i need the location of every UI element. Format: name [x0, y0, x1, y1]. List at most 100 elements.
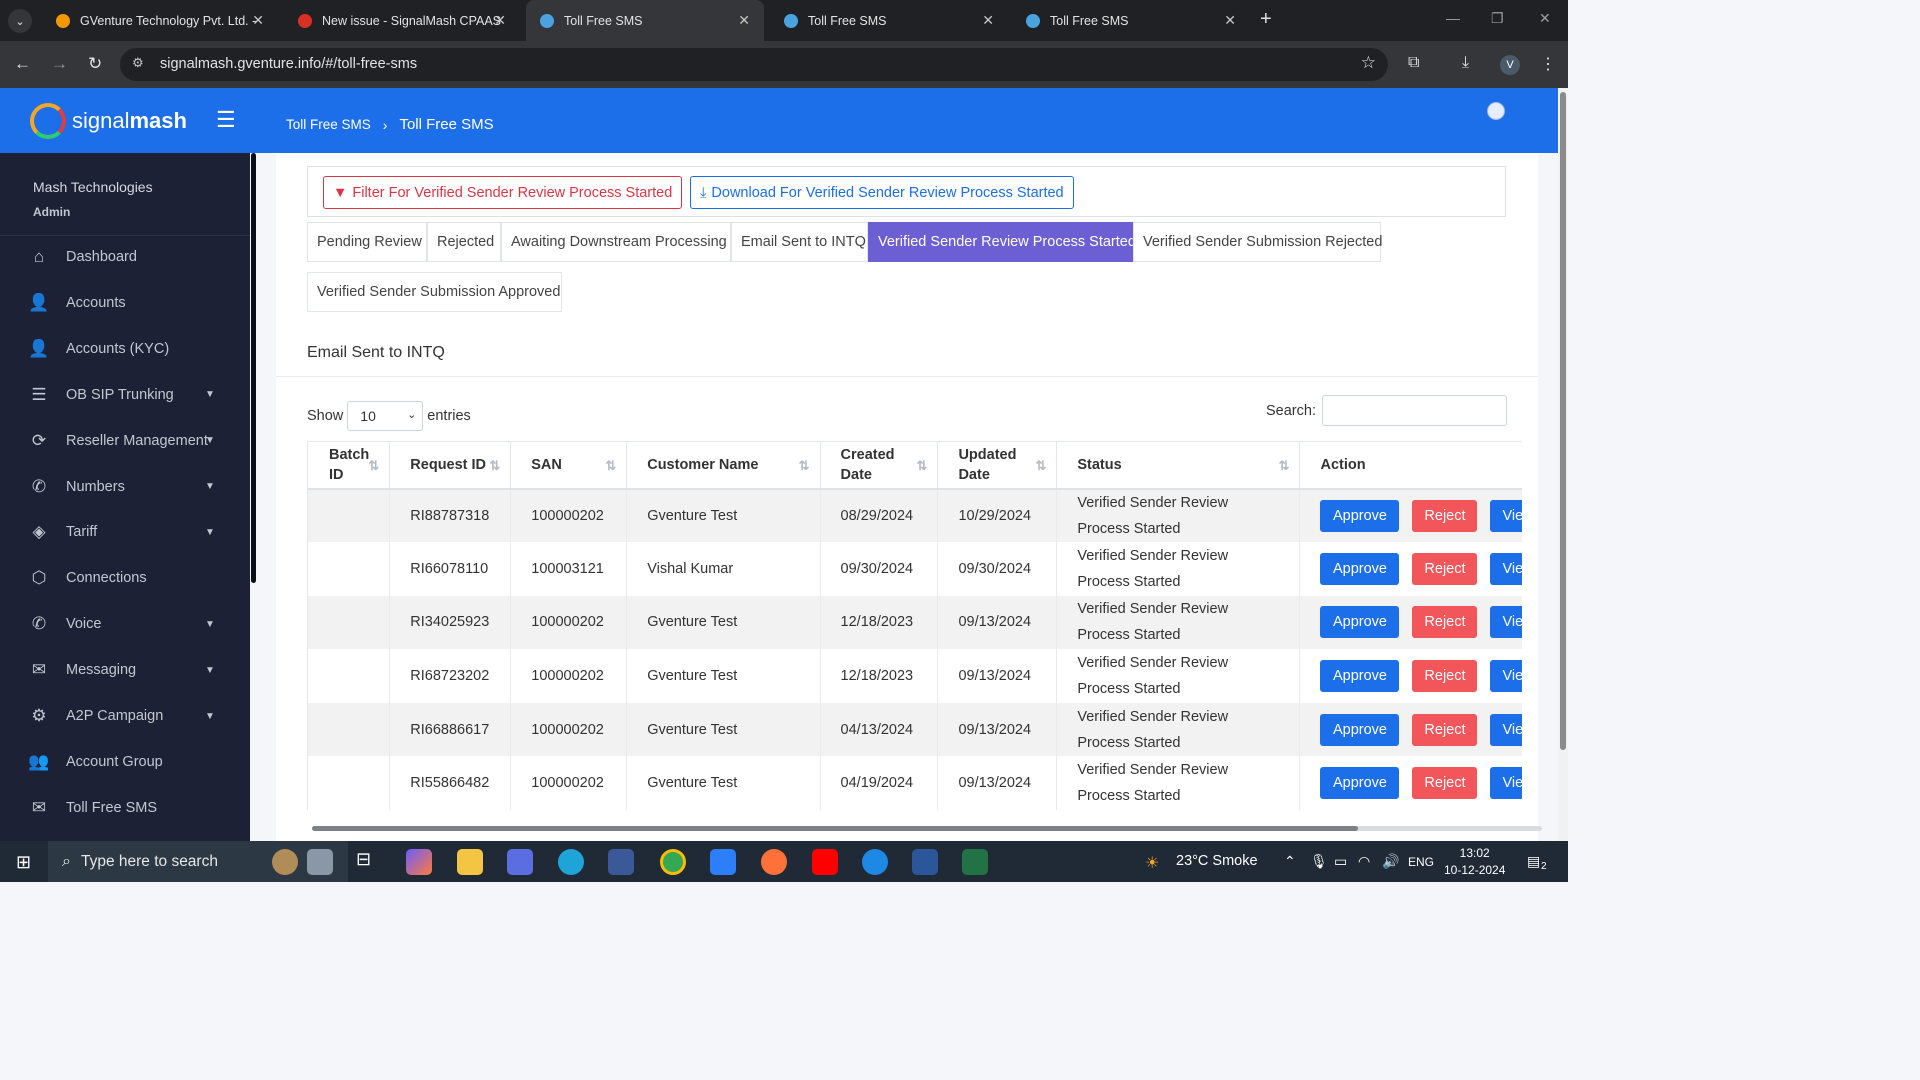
browser-tab-1[interactable]: GVenture Technology Pvt. Ltd. - ✕ — [42, 0, 278, 41]
sidebar-item-dashboard[interactable]: ⌂ Dashboard — [0, 237, 250, 277]
col-san[interactable]: SAN ⇅ — [510, 441, 628, 490]
minimize-icon[interactable]: — — [1446, 10, 1460, 26]
sidebar-item-toll-free-sms[interactable]: ✉ Toll Free SMS — [0, 788, 250, 828]
tab-awaiting-downstream[interactable]: Awaiting Downstream Processing — [501, 222, 731, 262]
tab-pending-review[interactable]: Pending Review — [307, 222, 427, 262]
close-tab-icon[interactable]: ✕ — [1224, 12, 1236, 29]
approve-button[interactable]: Approve — [1320, 767, 1400, 800]
firefox-icon[interactable] — [761, 849, 787, 875]
close-tab-icon[interactable]: ✕ — [494, 12, 506, 29]
reject-button[interactable]: Reject — [1412, 499, 1478, 532]
view-button[interactable]: View — [1490, 606, 1522, 639]
scrollbar-thumb[interactable] — [1560, 92, 1566, 750]
approve-button[interactable]: Approve — [1320, 713, 1400, 746]
close-tab-icon[interactable]: ✕ — [982, 12, 994, 29]
sidebar-item-connections[interactable]: ⬡ Connections — [0, 558, 250, 598]
download-button[interactable]: ⤓ Download For Verified Sender Review Pr… — [690, 176, 1074, 209]
task-view-icon[interactable]: ⊟ — [356, 849, 382, 875]
reject-button[interactable]: Reject — [1412, 606, 1478, 639]
sidebar-item-account-group[interactable]: 👥 Account Group — [0, 742, 250, 782]
volume-icon[interactable]: 🔊 — [1382, 853, 1399, 870]
battery-icon[interactable]: ▭ — [1334, 853, 1347, 870]
new-tab-icon[interactable]: + — [1260, 8, 1272, 31]
sidebar-item-voice[interactable]: ✆ Voice ▼ — [0, 604, 250, 644]
download-icon[interactable]: ⤓ — [1462, 54, 1469, 72]
table-horizontal-scrollbar[interactable] — [312, 826, 1542, 831]
excel-icon[interactable] — [962, 849, 988, 875]
user-avatar[interactable] — [1487, 102, 1505, 120]
file-explorer-icon[interactable] — [457, 849, 483, 875]
tab-verified-submission-approved[interactable]: Verified Sender Submission Approved — [307, 272, 562, 312]
bookmark-star-icon[interactable]: ☆ — [1361, 53, 1376, 73]
view-button[interactable]: View — [1490, 660, 1522, 693]
col-request-id[interactable]: Request ID ⇅ — [389, 441, 512, 490]
profile-avatar[interactable]: V — [1500, 55, 1520, 75]
language-indicator[interactable]: ENG — [1408, 855, 1434, 869]
view-button[interactable]: View — [1490, 713, 1522, 746]
sidebar-item-messaging[interactable]: ✉ Messaging ▼ — [0, 650, 250, 690]
sidebar-item-accounts-kyc[interactable]: 👤 Accounts (KYC) — [0, 329, 250, 369]
tab-verified-submission-rejected[interactable]: Verified Sender Submission Rejected — [1133, 222, 1382, 262]
browser-menu-icon[interactable]: ⋮ — [1540, 54, 1556, 74]
reload-icon[interactable]: ↻ — [88, 54, 102, 74]
signalmash-logo[interactable]: signalmash — [30, 103, 187, 139]
approve-button[interactable]: Approve — [1320, 606, 1400, 639]
chevron-up-icon[interactable]: ⌃ — [1284, 853, 1296, 870]
approve-button[interactable]: Approve — [1320, 499, 1400, 532]
address-bar[interactable]: ⚙ signalmash.gventure.info/#/toll-free-s… — [120, 48, 1388, 81]
breadcrumb-parent[interactable]: Toll Free SMS — [286, 117, 371, 132]
close-tab-icon[interactable]: ✕ — [252, 12, 264, 29]
sidebar-item-tariff[interactable]: ◈ Tariff ▼ — [0, 512, 250, 552]
reject-button[interactable]: Reject — [1412, 767, 1478, 800]
notification-icon[interactable]: ▤ — [1527, 853, 1540, 870]
sidebar-item-numbers[interactable]: ✆ Numbers ▼ — [0, 467, 250, 507]
tab-email-sent-intq[interactable]: Email Sent to INTQ — [731, 222, 868, 262]
browser-tab-5[interactable]: Toll Free SMS ✕ — [1012, 0, 1250, 41]
extensions-icon[interactable]: ⧉ — [1408, 54, 1419, 72]
reject-button[interactable]: Reject — [1412, 713, 1478, 746]
weather-text[interactable]: 23°C Smoke — [1176, 853, 1258, 869]
site-info-icon[interactable]: ⚙ — [132, 55, 144, 71]
app-icon[interactable] — [608, 849, 634, 875]
reject-button[interactable]: Reject — [1412, 552, 1478, 585]
taskbar-search[interactable]: ⌕ Type here to search — [48, 841, 348, 882]
sidebar-item-reseller-management[interactable]: ⟳ Reseller Management ▼ — [0, 421, 250, 461]
tab-rejected[interactable]: Rejected — [427, 222, 501, 262]
entries-select[interactable]: 10 ⌄ — [347, 401, 424, 431]
word-icon[interactable] — [912, 849, 938, 875]
back-icon[interactable]: ← — [14, 54, 31, 74]
approve-button[interactable]: Approve — [1320, 552, 1400, 585]
col-batch-id[interactable]: Batch ID ⇅ — [307, 441, 391, 490]
reject-button[interactable]: Reject — [1412, 660, 1478, 693]
search-input[interactable] — [1321, 395, 1507, 426]
edge-icon[interactable] — [558, 849, 584, 875]
chrome-icon[interactable] — [660, 849, 686, 875]
app-icon[interactable] — [710, 849, 736, 875]
close-window-icon[interactable]: ✕ — [1539, 10, 1551, 27]
col-customer-name[interactable]: Customer Name ⇅ — [626, 441, 821, 490]
filter-button[interactable]: ▼ Filter For Verified Sender Review Proc… — [323, 176, 683, 209]
view-button[interactable]: View — [1490, 499, 1522, 532]
sidebar-item-accounts[interactable]: 👤 Accounts — [0, 283, 250, 323]
forward-icon[interactable]: → — [51, 54, 68, 74]
wifi-icon[interactable]: ◠ — [1358, 853, 1370, 870]
search-highlight-icon[interactable] — [272, 849, 298, 875]
view-button[interactable]: View — [1490, 552, 1522, 585]
page-vertical-scrollbar[interactable] — [1558, 88, 1568, 841]
sidebar-item-a2p-campaign[interactable]: ⚙ A2P Campaign ▼ — [0, 696, 250, 736]
tab-verified-review-started[interactable]: Verified Sender Review Process Started — [868, 222, 1136, 262]
restore-icon[interactable]: ❐ — [1491, 10, 1504, 27]
copilot-icon[interactable] — [406, 849, 432, 875]
close-tab-icon[interactable]: ✕ — [738, 12, 750, 29]
app-icon[interactable] — [507, 849, 533, 875]
sidebar-item-ob-sip-trunking[interactable]: ☰ OB SIP Trunking ▼ — [0, 375, 250, 415]
scrollbar-thumb[interactable] — [312, 826, 1358, 831]
view-button[interactable]: View — [1490, 767, 1522, 800]
browser-tab-3[interactable]: Toll Free SMS ✕ — [526, 0, 764, 41]
microphone-icon[interactable]: 🎙 — [1310, 853, 1328, 870]
tab-search-menu-icon[interactable]: ⌄ — [8, 9, 32, 33]
hamburger-menu-icon[interactable]: ☰ — [216, 107, 236, 133]
col-status[interactable]: Status ⇅ — [1056, 441, 1301, 490]
youtube-icon[interactable] — [812, 849, 838, 875]
approve-button[interactable]: Approve — [1320, 660, 1400, 693]
